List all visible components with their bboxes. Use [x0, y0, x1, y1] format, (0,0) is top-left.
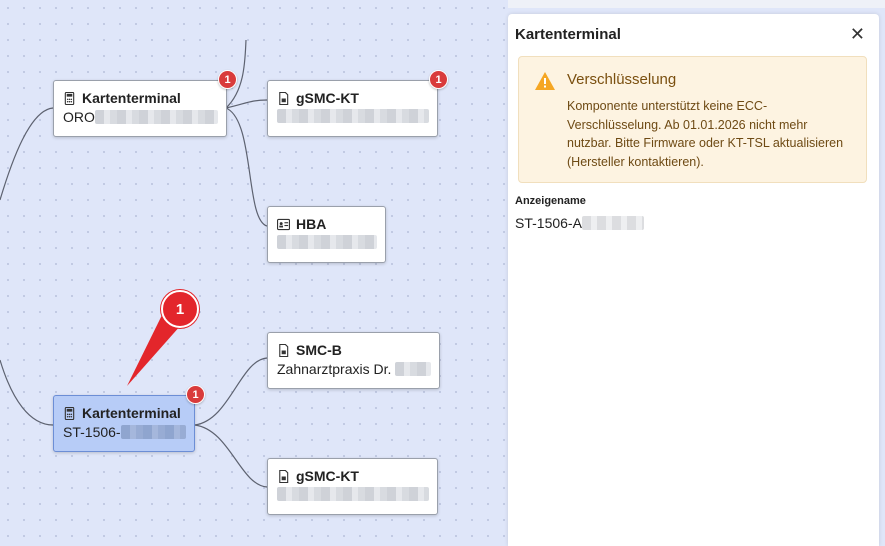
- node-kartenterminal-selected[interactable]: Kartenterminal ST-1506-: [53, 395, 195, 452]
- details-panel: Kartenterminal ✕ Verschlüsselung Kompone…: [508, 14, 879, 546]
- alert-text: Komponente unterstützt keine ECC-Verschl…: [567, 99, 844, 169]
- card-terminal-icon: [64, 406, 75, 420]
- id-card-icon: [277, 218, 290, 230]
- redacted-text: [94, 110, 218, 124]
- annotation-marker: 1: [161, 290, 199, 328]
- node-kartenterminal-top[interactable]: Kartenterminal ORO: [53, 80, 227, 137]
- card-terminal-icon: [64, 91, 75, 105]
- node-gsmc-kt-top[interactable]: gSMC-KT: [267, 80, 438, 137]
- link-left-upper: [0, 107, 54, 201]
- node-title: Kartenterminal: [82, 405, 181, 421]
- link-sel-smcb: [194, 357, 268, 426]
- node-hba[interactable]: HBA: [267, 206, 386, 263]
- link-sel-gsmc: [194, 424, 268, 488]
- redacted-text: [277, 109, 429, 123]
- field-label-display-name: Anzeigename: [515, 195, 586, 207]
- redacted-text: [277, 487, 429, 501]
- node-subtitle: ORO: [63, 109, 95, 125]
- node-title: SMC-B: [296, 342, 342, 358]
- node-subtitle: Zahnarztpraxis Dr.: [277, 361, 392, 377]
- node-title: HBA: [296, 216, 327, 232]
- link-kt-hba: [225, 107, 268, 227]
- redacted-text: [120, 425, 186, 439]
- redacted-text: [395, 362, 431, 376]
- notification-badge: 1: [429, 70, 448, 89]
- node-title: gSMC-KT: [296, 468, 359, 484]
- field-value-display-name: ST-1506-A: [515, 215, 644, 231]
- node-smc-b[interactable]: SMC-B Zahnarztpraxis Dr.: [267, 332, 440, 389]
- node-title: Kartenterminal: [82, 90, 181, 106]
- panel-title: Kartenterminal: [515, 26, 621, 43]
- warning-triangle-icon: [535, 72, 555, 90]
- redacted-text: [581, 216, 644, 230]
- node-gsmc-kt-bottom[interactable]: gSMC-KT: [267, 458, 438, 515]
- field-value-text: ST-1506-A: [515, 215, 582, 231]
- sim-card-icon: [279, 343, 289, 357]
- sim-card-icon: [279, 469, 289, 483]
- sim-card-icon: [279, 91, 289, 105]
- topology-canvas[interactable]: Kartenterminal ORO 1 gSMC-KT 1 HBA SMC-B…: [0, 0, 508, 546]
- notification-badge: 1: [218, 70, 237, 89]
- warning-alert: Verschlüsselung Komponente unterstützt k…: [518, 56, 867, 183]
- alert-title: Verschlüsselung: [567, 71, 677, 88]
- redacted-text: [277, 235, 377, 249]
- link-left-lower: [0, 359, 54, 426]
- node-title: gSMC-KT: [296, 90, 359, 106]
- notification-badge: 1: [186, 385, 205, 404]
- node-subtitle: ST-1506-: [63, 424, 121, 440]
- close-icon[interactable]: ✕: [850, 24, 865, 44]
